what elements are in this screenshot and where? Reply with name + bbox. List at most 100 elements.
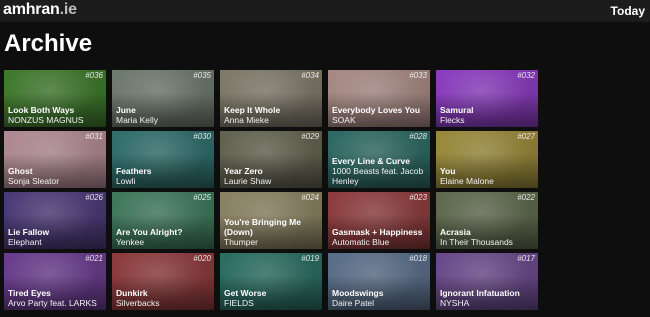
- song-title: Everybody Loves You: [332, 105, 421, 115]
- artist-name: Thumper: [224, 237, 259, 247]
- tile-meta: Are You Alright? Yenkee: [116, 227, 211, 247]
- tile-number: #031: [85, 132, 103, 141]
- tile-meta: Get Worse FIELDS: [224, 288, 319, 308]
- song-title: Gasmask + Happiness: [332, 227, 423, 237]
- tile-meta: Year Zero Laurie Shaw: [224, 166, 319, 186]
- tile-number: #030: [193, 132, 211, 141]
- artist-name: Daire Patel: [332, 298, 375, 308]
- archive-tile[interactable]: #030 Feathers Lowli: [112, 131, 214, 188]
- song-title: Dunkirk: [116, 288, 148, 298]
- archive-tile[interactable]: #024 You're Bringing Me (Down) Thumper: [220, 192, 322, 249]
- song-title: Look Both Ways: [8, 105, 75, 115]
- tile-number: #025: [193, 193, 211, 202]
- song-title: Ignorant Infatuation: [440, 288, 520, 298]
- tile-meta: Keep It Whole Anna Mieke: [224, 105, 319, 125]
- today-link[interactable]: Today: [611, 4, 645, 18]
- song-title: You: [440, 166, 456, 176]
- artist-name: Maria Kelly: [116, 115, 159, 125]
- tile-meta: Ghost Sonja Sleator: [8, 166, 103, 186]
- tile-number: #021: [85, 254, 103, 263]
- tile-meta: Feathers Lowli: [116, 166, 211, 186]
- artist-name: Elaine Malone: [440, 176, 494, 186]
- song-title: Ghost: [8, 166, 33, 176]
- song-title: Are You Alright?: [116, 227, 183, 237]
- tile-number: #035: [193, 71, 211, 80]
- tile-meta: Look Both Ways NONZUS MAGNUS: [8, 105, 103, 125]
- archive-tile[interactable]: #023 Gasmask + Happiness Automatic Blue: [328, 192, 430, 249]
- tile-meta: Moodswings Daire Patel: [332, 288, 427, 308]
- artist-name: Flecks: [440, 115, 465, 125]
- artist-name: Anna Mieke: [224, 115, 269, 125]
- artist-name: FIELDS: [224, 298, 254, 308]
- archive-tile[interactable]: #035 June Maria Kelly: [112, 70, 214, 127]
- tile-number: #032: [517, 71, 535, 80]
- tile-number: #017: [517, 254, 535, 263]
- tile-number: #027: [517, 132, 535, 141]
- artist-name: Sonja Sleator: [8, 176, 60, 186]
- archive-tile[interactable]: #028 Every Line & Curve 1000 Beasts feat. …: [328, 131, 430, 188]
- tile-number: #029: [301, 132, 319, 141]
- tile-number: #036: [85, 71, 103, 80]
- tile-number: #026: [85, 193, 103, 202]
- artist-name: Elephant: [8, 237, 42, 247]
- tile-meta: Samural Flecks: [440, 105, 535, 125]
- archive-tile[interactable]: #018 Moodswings Daire Patel: [328, 253, 430, 310]
- archive-tile[interactable]: #017 Ignorant Infatuation NYSHA: [436, 253, 538, 310]
- tile-number: #024: [301, 193, 319, 202]
- tile-number: #033: [409, 71, 427, 80]
- archive-tile[interactable]: #032 Samural Flecks: [436, 70, 538, 127]
- archive-tile[interactable]: #025 Are You Alright? Yenkee: [112, 192, 214, 249]
- tile-meta: Ignorant Infatuation NYSHA: [440, 288, 535, 308]
- tile-meta: You're Bringing Me (Down) Thumper: [224, 217, 319, 247]
- artist-name: Lowli: [116, 176, 136, 186]
- song-title: Tired Eyes: [8, 288, 51, 298]
- song-title: You're Bringing Me (Down): [224, 217, 301, 237]
- brand-name: amhran: [3, 1, 60, 18]
- artist-name: In Their Thousands: [440, 237, 513, 247]
- page-title: Archive: [4, 30, 93, 57]
- artist-name: Arvo Party feat. LARKS: [8, 298, 97, 308]
- archive-tile[interactable]: #019 Get Worse FIELDS: [220, 253, 322, 310]
- song-title: Acrasia: [440, 227, 471, 237]
- song-title: Every Line & Curve: [332, 156, 410, 166]
- top-bar: amhran.ie Today: [0, 0, 650, 22]
- archive-tile[interactable]: #036 Look Both Ways NONZUS MAGNUS: [4, 70, 106, 127]
- artist-name: Yenkee: [116, 237, 145, 247]
- archive-tile[interactable]: #022 Acrasia In Their Thousands: [436, 192, 538, 249]
- tile-meta: Gasmask + Happiness Automatic Blue: [332, 227, 427, 247]
- artist-name: Automatic Blue: [332, 237, 390, 247]
- archive-tile[interactable]: #033 Everybody Loves You SOAK: [328, 70, 430, 127]
- tile-meta: Everybody Loves You SOAK: [332, 105, 427, 125]
- archive-tile[interactable]: #034 Keep It Whole Anna Mieke: [220, 70, 322, 127]
- artist-name: Laurie Shaw: [224, 176, 272, 186]
- song-title: Lie Fallow: [8, 227, 50, 237]
- tile-number: #023: [409, 193, 427, 202]
- brand-suffix: .ie: [59, 1, 77, 18]
- archive-tile[interactable]: #026 Lie Fallow Elephant: [4, 192, 106, 249]
- tile-meta: You Elaine Malone: [440, 166, 535, 186]
- artist-name: NYSHA: [440, 298, 470, 308]
- site-logo[interactable]: amhran.ie: [3, 1, 77, 19]
- archive-tile[interactable]: #029 Year Zero Laurie Shaw: [220, 131, 322, 188]
- artist-name: 1000 Beasts feat. Jacob Henley: [332, 166, 424, 186]
- archive-tile[interactable]: #027 You Elaine Malone: [436, 131, 538, 188]
- archive-tile[interactable]: #021 Tired Eyes Arvo Party feat. LARKS: [4, 253, 106, 310]
- song-title: Year Zero: [224, 166, 263, 176]
- tile-meta: Acrasia In Their Thousands: [440, 227, 535, 247]
- tile-meta: Dunkirk Silverbacks: [116, 288, 211, 308]
- archive-tile[interactable]: #031 Ghost Sonja Sleator: [4, 131, 106, 188]
- tile-number: #018: [409, 254, 427, 263]
- tile-meta: Tired Eyes Arvo Party feat. LARKS: [8, 288, 103, 308]
- tile-meta: Lie Fallow Elephant: [8, 227, 103, 247]
- song-title: Samural: [440, 105, 474, 115]
- artist-name: NONZUS MAGNUS: [8, 115, 84, 125]
- artist-name: Silverbacks: [116, 298, 160, 308]
- tile-number: #019: [301, 254, 319, 263]
- song-title: Get Worse: [224, 288, 267, 298]
- tile-meta: June Maria Kelly: [116, 105, 211, 125]
- archive-tile[interactable]: #020 Dunkirk Silverbacks: [112, 253, 214, 310]
- tile-number: #028: [409, 132, 427, 141]
- tile-meta: Every Line & Curve 1000 Beasts feat. Jaco…: [332, 156, 427, 186]
- tile-number: #022: [517, 193, 535, 202]
- song-title: June: [116, 105, 136, 115]
